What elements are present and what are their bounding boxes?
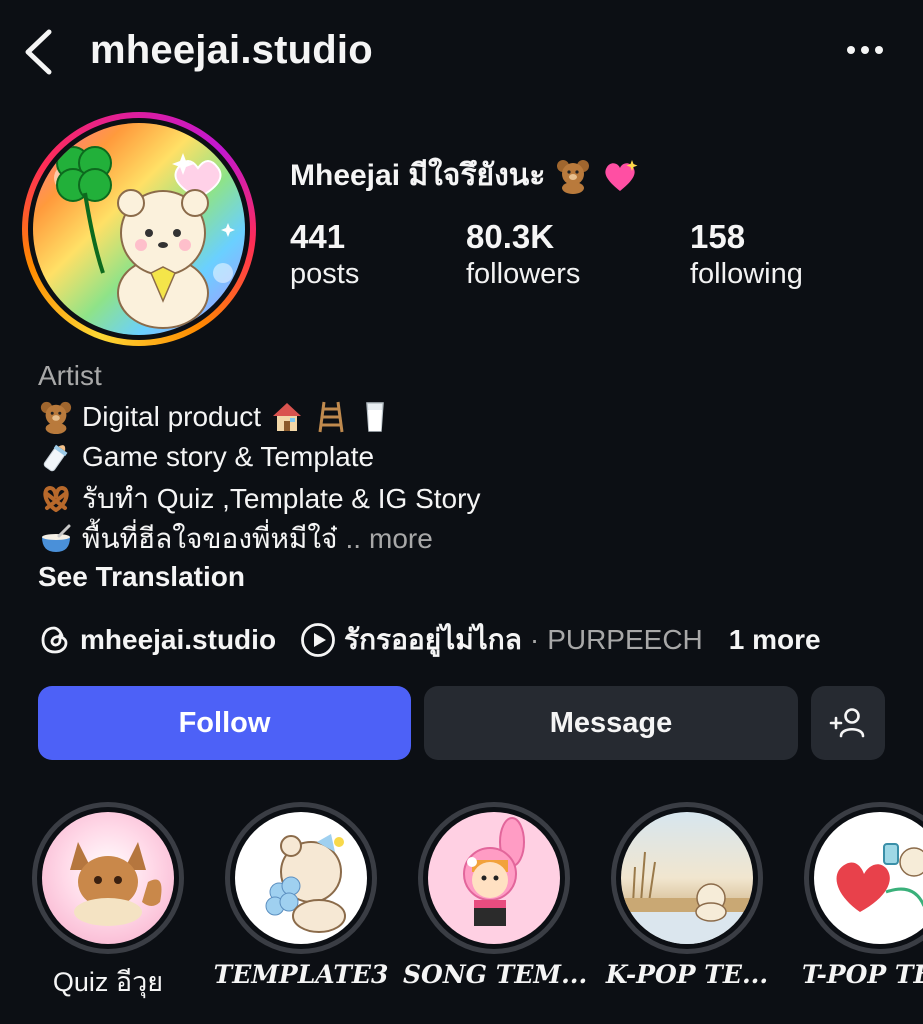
- followers-stat[interactable]: 80.3K followers: [466, 218, 580, 292]
- house-icon: [269, 399, 305, 435]
- avatar: [33, 123, 245, 335]
- profile-avatar-story-ring[interactable]: [22, 112, 256, 346]
- see-translation-link[interactable]: See Translation: [38, 561, 245, 593]
- more-horizontal-icon: [847, 46, 855, 54]
- milk-glass-icon: [357, 399, 393, 435]
- message-button[interactable]: Message: [424, 686, 798, 760]
- highlight-item[interactable]: [611, 802, 763, 954]
- posts-count: 441: [290, 218, 346, 255]
- bowl-icon: [38, 521, 74, 557]
- followers-count: 80.3K: [466, 218, 555, 255]
- highlight-cover: [42, 812, 174, 944]
- highlight-label: K-POP TE...: [605, 960, 769, 989]
- teddy-bear-icon: [557, 159, 590, 194]
- threads-icon: [41, 626, 68, 654]
- profile-username-title: mheejai.studio: [90, 28, 373, 72]
- back-button[interactable]: [18, 28, 58, 76]
- chevron-left-icon: [25, 29, 52, 75]
- sparkling-heart-icon: [605, 159, 638, 191]
- highlight-item[interactable]: [225, 802, 377, 954]
- highlight-cover: [428, 812, 560, 944]
- follow-button[interactable]: Follow: [38, 686, 411, 760]
- highlight-cover: [814, 812, 923, 944]
- add-person-icon: [829, 708, 865, 738]
- highlight-label: Quiz อีวุย: [52, 967, 164, 997]
- following-label: following: [690, 258, 803, 290]
- teddy-bear-icon: [38, 399, 74, 435]
- highlight-cover: [235, 812, 367, 944]
- following-count: 158: [690, 218, 746, 255]
- posts-stat[interactable]: 441 posts: [290, 218, 359, 292]
- highlight-item[interactable]: [418, 802, 570, 954]
- more-options-button[interactable]: [833, 40, 883, 60]
- threads-link[interactable]: mheejai.studio: [38, 623, 276, 657]
- highlight-label: T-POP TE: [802, 960, 923, 989]
- bio-more-link[interactable]: more: [369, 523, 433, 555]
- baby-bottle-icon: [38, 439, 74, 475]
- music-link[interactable]: รักรออยู่ไม่ไกล · PURPEECH: [300, 618, 703, 662]
- posts-label: posts: [290, 258, 360, 290]
- profile-category: Artist: [38, 360, 102, 391]
- bio-line: Digital product: [38, 397, 393, 437]
- following-stat[interactable]: 158 following: [690, 218, 803, 292]
- ladder-icon: [313, 399, 349, 435]
- profile-display-name: Mheejai มีใจรึยังนะ: [290, 152, 639, 199]
- bio-line: พื้นที่ฮีลใจของพี่หมีใจ๋ .. more: [38, 519, 433, 559]
- highlight-label: SONG TEM...: [403, 960, 588, 989]
- highlight-item[interactable]: [32, 802, 184, 954]
- highlight-cover: [621, 812, 753, 944]
- highlight-label: TEMPLATE3: [213, 960, 389, 989]
- profile-links-row: mheejai.studio รักรออยู่ไม่ไกล · PURPEEC…: [38, 620, 821, 660]
- pretzel-icon: [38, 481, 74, 517]
- suggested-accounts-button[interactable]: [811, 686, 885, 760]
- play-circle-icon: [301, 623, 335, 657]
- bio-line: รับทำ Quiz ,Template & IG Story: [38, 479, 480, 519]
- bio-line: Game story & Template: [38, 437, 374, 477]
- more-links-button[interactable]: 1 more: [729, 624, 821, 656]
- followers-label: followers: [466, 258, 581, 290]
- highlight-item[interactable]: [804, 802, 923, 954]
